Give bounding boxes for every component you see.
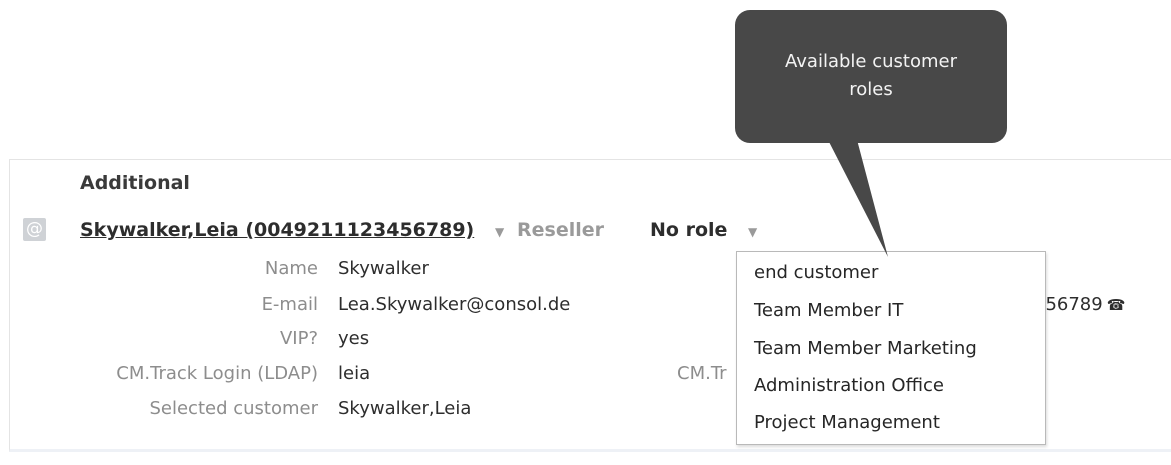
role-selector[interactable]: No role <box>650 219 727 241</box>
field-value-email: Lea.Skywalker@consol.de <box>338 294 571 315</box>
role-option-administration-office[interactable]: Administration Office <box>754 375 944 396</box>
field-label-selected-customer: Selected customer <box>149 398 318 419</box>
email-at-icon: @ <box>23 218 46 241</box>
phone-field: 456789 ☎ <box>1034 294 1125 315</box>
field-label-vip: VIP? <box>279 328 318 349</box>
right-field-label-fragment: CM.Tr <box>677 363 727 384</box>
field-label-name: Name <box>264 258 318 279</box>
role-chevron-down-icon[interactable]: ▼ <box>748 225 757 239</box>
field-value-name: Skywalker <box>338 258 429 279</box>
role-option-end-customer[interactable]: end customer <box>754 262 878 283</box>
section-title: Additional <box>80 172 190 194</box>
phone-icon[interactable]: ☎ <box>1107 296 1126 314</box>
field-value-login: leia <box>338 363 371 384</box>
role-dropdown-menu: end customer Team Member IT Team Member … <box>736 251 1046 445</box>
field-label-email: E-mail <box>261 294 318 315</box>
field-value-selected-customer: Skywalker,Leia <box>338 398 472 419</box>
callout-pointer <box>826 136 888 257</box>
role-option-team-member-it[interactable]: Team Member IT <box>754 300 903 321</box>
annotation-callout: Available customer roles <box>735 10 1007 143</box>
contact-menu-chevron-down-icon[interactable]: ▼ <box>495 225 504 239</box>
role-option-team-member-marketing[interactable]: Team Member Marketing <box>754 338 977 359</box>
reseller-label: Reseller <box>517 219 604 241</box>
field-label-login: CM.Track Login (LDAP) <box>116 363 318 384</box>
role-option-project-management[interactable]: Project Management <box>754 412 940 433</box>
field-value-vip: yes <box>338 328 370 349</box>
contact-name-link[interactable]: Skywalker,Leia (004921112345​6789) <box>80 219 474 241</box>
callout-text: Available customer roles <box>785 51 957 100</box>
